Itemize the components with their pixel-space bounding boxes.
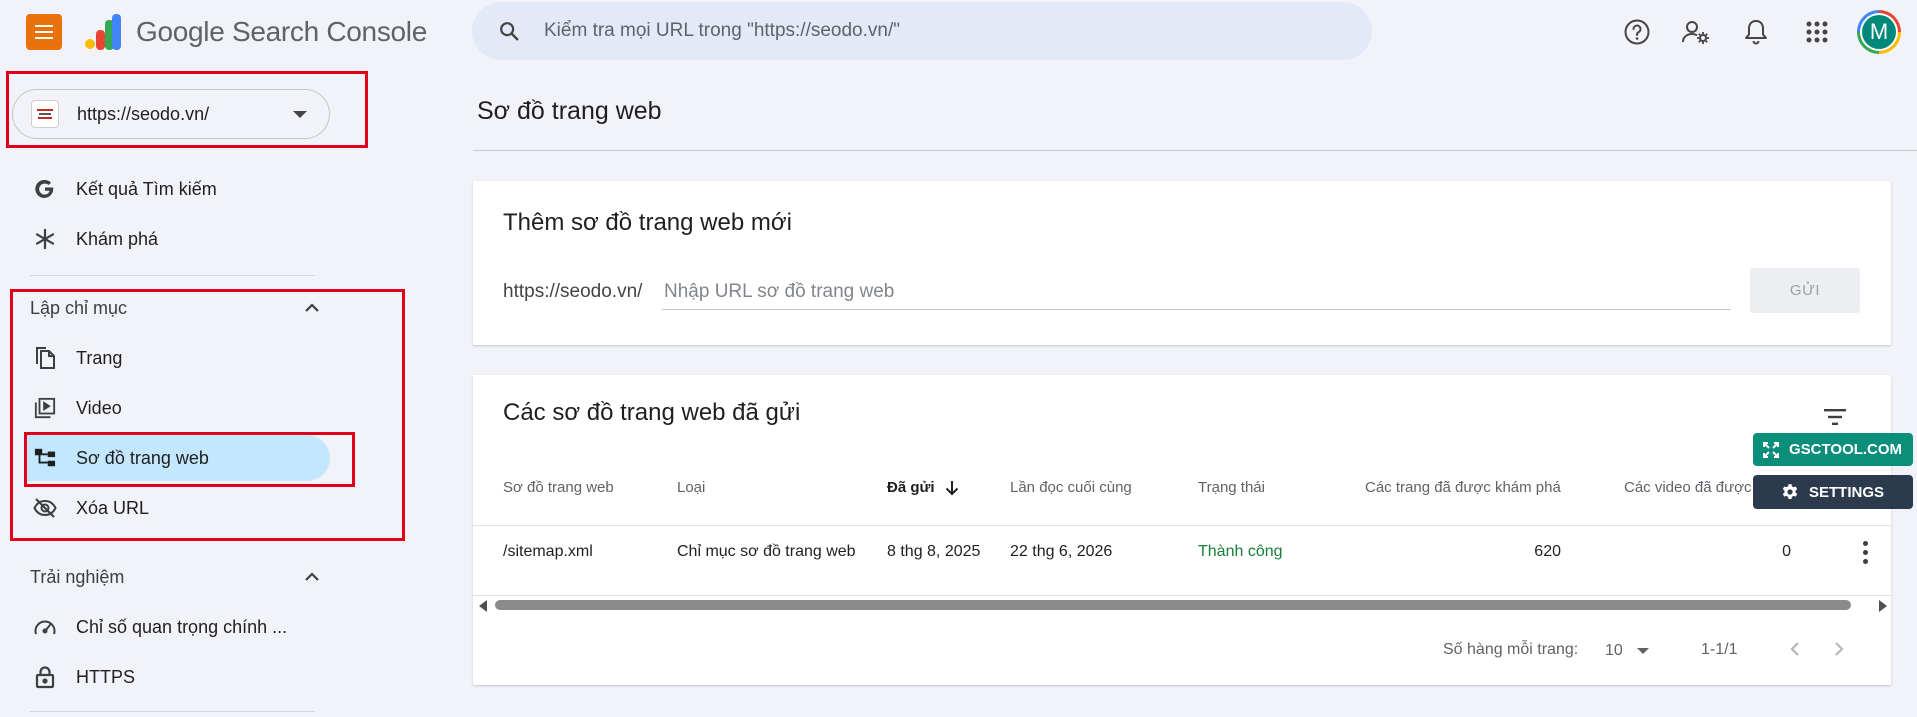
sidebar-divider: [30, 275, 315, 276]
cell-last-read: 22 thg 6, 2026: [1010, 543, 1113, 560]
rows-per-page-select[interactable]: 10: [1605, 639, 1661, 663]
column-header-submitted[interactable]: Đã gửi: [887, 479, 959, 496]
sitemap-url-input[interactable]: [662, 274, 1731, 310]
row-divider: [473, 595, 1891, 596]
search-icon: [494, 16, 524, 46]
gear-icon: [1782, 484, 1798, 499]
dropdown-caret-icon: [1636, 648, 1649, 654]
search-console-logo-icon: [85, 14, 121, 50]
page-title: Sơ đồ trang web: [477, 97, 662, 125]
sidebar-divider: [30, 711, 315, 712]
column-header-type[interactable]: Loại: [677, 479, 705, 496]
google-apps-icon[interactable]: [1797, 12, 1837, 52]
column-header-sitemap[interactable]: Sơ đồ trang web: [503, 479, 614, 496]
submitted-sitemaps-card: Các sơ đồ trang web đã gửi Sơ đồ trang w…: [473, 375, 1891, 685]
sidebar-item-label: HTTPS: [76, 666, 136, 687]
section-title: Trải nghiệm: [30, 566, 125, 587]
header-divider: [473, 525, 1891, 526]
column-header-discovered-videos[interactable]: Các video đã được: [1624, 479, 1751, 496]
highlight-box-sitemaps: [24, 432, 355, 487]
sidebar-section-experience[interactable]: Trải nghiệm: [30, 557, 320, 597]
add-sitemap-card: Thêm sơ đồ trang web mới https://seodo.v…: [473, 181, 1891, 345]
gsctool-label: GSCTOOL.COM: [1789, 441, 1903, 458]
account-avatar[interactable]: M: [1857, 10, 1901, 54]
expand-icon: [1763, 441, 1779, 458]
column-header-status[interactable]: Trạng thái: [1198, 479, 1265, 496]
chevron-left-icon: [1790, 642, 1799, 656]
cell-discovered-pages: 620: [1534, 543, 1561, 560]
filter-icon[interactable]: [1815, 397, 1855, 437]
highlight-box-property: [6, 71, 368, 148]
asterisk-icon: [32, 226, 58, 252]
column-header-label: Đã gửi: [887, 479, 935, 496]
rows-per-page-label: Số hàng mỗi trang:: [1443, 641, 1579, 658]
sidebar-item-https[interactable]: HTTPS: [24, 654, 330, 700]
sidebar-item-core-web-vitals[interactable]: Chỉ số quan trọng chính ...: [24, 604, 330, 650]
add-sitemap-title: Thêm sơ đồ trang web mới: [503, 209, 792, 236]
title-divider: [473, 150, 1917, 151]
sidebar-item-label: Khám phá: [76, 228, 159, 249]
scrollbar-thumb[interactable]: [495, 600, 1851, 610]
search-console-logo[interactable]: Google Search Console: [84, 14, 427, 50]
help-icon[interactable]: [1617, 12, 1657, 52]
main-menu-button[interactable]: [26, 14, 62, 50]
logo-text: Google Search Console: [136, 16, 427, 47]
settings-label: SETTINGS: [1809, 483, 1885, 501]
settings-button[interactable]: SETTINGS: [1753, 475, 1913, 509]
chevron-right-icon: [1835, 642, 1844, 656]
column-header-discovered-pages[interactable]: Các trang đã được khám phá: [1365, 479, 1561, 496]
highlight-box-indexing: [10, 289, 405, 541]
lock-icon: [32, 664, 58, 690]
search-input[interactable]: [544, 20, 1324, 42]
cell-submitted: 8 thg 8, 2025: [887, 543, 981, 560]
rows-per-page-value: 10: [1605, 642, 1623, 659]
url-inspection-search[interactable]: [472, 2, 1372, 60]
chevron-up-icon: [305, 572, 319, 581]
horizontal-scrollbar[interactable]: [477, 598, 1887, 612]
cell-discovered-videos: 0: [1782, 543, 1791, 560]
row-more-options-icon[interactable]: [1851, 537, 1879, 567]
sidebar-item-search-results[interactable]: Kết quả Tìm kiếm: [24, 166, 330, 212]
avatar-letter: M: [1862, 15, 1896, 49]
hamburger-icon: [35, 25, 53, 39]
pagination-range: 1-1/1: [1701, 641, 1738, 658]
column-header-last-read[interactable]: Lần đọc cuối cùng: [1010, 479, 1132, 496]
speed-gauge-icon: [32, 614, 58, 640]
cell-sitemap: /sitemap.xml: [503, 543, 593, 560]
submit-sitemap-button[interactable]: GỬI: [1750, 268, 1860, 313]
notifications-bell-icon[interactable]: [1736, 12, 1776, 52]
scroll-left-arrow-icon[interactable]: [479, 600, 487, 612]
sitemap-url-prefix: https://seodo.vn/: [503, 281, 643, 302]
sort-arrow-down-icon: [945, 480, 958, 495]
scroll-right-arrow-icon[interactable]: [1879, 600, 1887, 612]
top-bar: Google Search Console M: [0, 0, 1917, 64]
gsctool-button[interactable]: GSCTOOL.COM: [1753, 433, 1913, 466]
sidebar-item-label: Kết quả Tìm kiếm: [76, 178, 217, 199]
cell-status: Thành công: [1198, 543, 1283, 560]
cell-type: Chỉ mục sơ đồ trang web: [677, 543, 856, 560]
google-g-icon: [32, 176, 58, 202]
avatar-ring: M: [1860, 13, 1898, 51]
user-settings-icon[interactable]: [1676, 12, 1716, 52]
next-page-button[interactable]: [1823, 633, 1855, 665]
previous-page-button[interactable]: [1779, 633, 1811, 665]
sidebar-item-discover[interactable]: Khám phá: [24, 216, 330, 262]
submitted-sitemaps-title: Các sơ đồ trang web đã gửi: [503, 399, 801, 426]
sidebar-item-label: Chỉ số quan trọng chính ...: [76, 616, 288, 637]
